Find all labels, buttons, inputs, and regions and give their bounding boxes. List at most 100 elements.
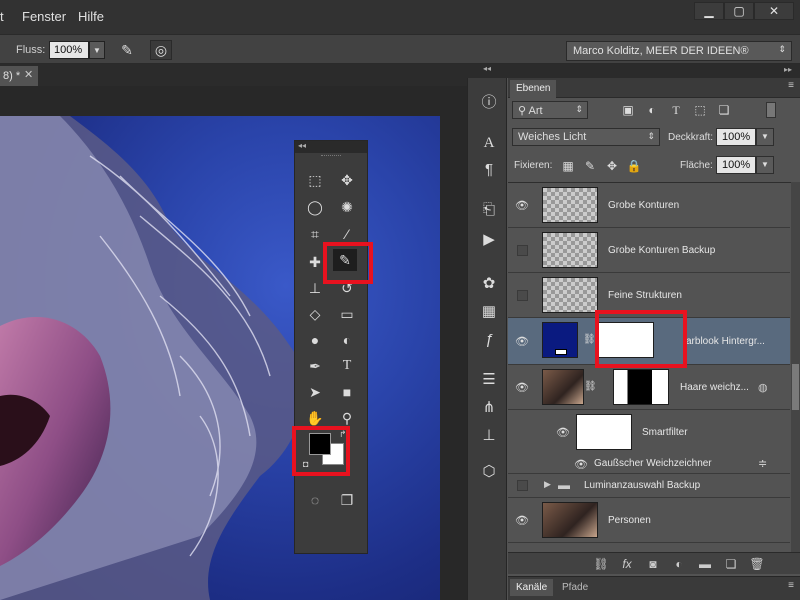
layers-panel-header[interactable]: ▸▸	[507, 64, 800, 78]
move-tool-icon[interactable]: ✥	[335, 169, 359, 191]
layers-scrollbar[interactable]	[791, 182, 800, 552]
link-layers-icon[interactable]: ⛓	[592, 556, 610, 572]
fill-label: Fläche:	[680, 160, 713, 171]
menu-item-partial[interactable]: t	[0, 9, 4, 24]
close-button[interactable]: ✕	[754, 2, 794, 20]
rectangle-tool-icon[interactable]: ■	[335, 381, 359, 403]
history-icon[interactable]: ⎗	[478, 198, 500, 220]
lasso-tool-icon[interactable]: ◯	[303, 196, 327, 218]
character-icon[interactable]: A	[478, 132, 500, 154]
lock-transparent-icon[interactable]: ▦	[560, 158, 576, 174]
eye-icon[interactable]: 👁	[515, 199, 529, 212]
tools-panel-header[interactable]: ◂◂	[295, 141, 367, 153]
lock-position-icon[interactable]: ✥	[604, 158, 620, 174]
scrollbar-thumb[interactable]	[792, 364, 799, 410]
filter-options-icon[interactable]: ≑	[758, 457, 767, 470]
styles-icon[interactable]: ƒ	[478, 328, 500, 350]
panel-menu-icon[interactable]: ≡	[788, 580, 794, 591]
type-filter-icon[interactable]: T	[668, 102, 684, 118]
document-canvas[interactable]	[0, 116, 440, 600]
lock-all-icon[interactable]: 🔒	[626, 158, 642, 174]
menu-item-hilfe[interactable]: Hilfe	[78, 9, 104, 24]
minimize-button[interactable]: ▁	[694, 2, 724, 20]
eye-icon[interactable]: 👁	[515, 381, 529, 394]
blend-mode-select[interactable]: Weiches Licht ⇕	[512, 128, 660, 146]
tools-grip[interactable]	[321, 155, 341, 158]
eraser-tool-icon[interactable]: ◇	[303, 303, 327, 325]
3d-icon[interactable]: ⬡	[478, 460, 500, 482]
eye-icon[interactable]: 👁	[515, 335, 529, 348]
type-tool-icon[interactable]: T	[335, 355, 359, 377]
document-close-icon[interactable]: ✕	[24, 68, 33, 81]
lock-image-icon[interactable]: ✎	[582, 158, 598, 174]
opacity-dropdown-button[interactable]: ▼	[756, 128, 774, 146]
panel-strip-header[interactable]: ◂◂	[467, 64, 507, 78]
new-group-icon[interactable]: ▬	[696, 556, 714, 572]
pressure-size-icon[interactable]: ◎	[150, 40, 172, 60]
visibility-toggle[interactable]	[517, 245, 528, 256]
group-row[interactable]: ▶ ▬ Luminanzauswahl Backup	[508, 474, 790, 498]
fill-input[interactable]: 100%	[716, 156, 756, 174]
magic-wand-tool-icon[interactable]: ✺	[335, 196, 359, 218]
gradient-tool-icon[interactable]: ▭	[335, 303, 359, 325]
new-layer-icon[interactable]: ❏	[722, 556, 740, 572]
adjustments-icon[interactable]: ☰	[478, 368, 500, 390]
smart-filter-mask-thumbnail[interactable]	[576, 414, 632, 450]
workspace-preset-select[interactable]: Marco Kolditz, MEER DER IDEEN® ⇕	[566, 41, 792, 61]
fill-dropdown-button[interactable]: ▼	[756, 156, 774, 174]
pen-tool-icon[interactable]: ✒	[303, 355, 327, 377]
layer-row[interactable]: 👁 Grobe Konturen	[508, 183, 790, 228]
eye-icon[interactable]: 👁	[574, 458, 588, 471]
pixel-filter-icon[interactable]: ▣	[620, 102, 636, 118]
delete-layer-icon[interactable]: 🗑	[748, 556, 766, 572]
shape-filter-icon[interactable]: ⬚	[692, 102, 708, 118]
options-bar: Fluss: 100% ▼ ✎ ◎ Marco Kolditz, MEER DE…	[0, 34, 800, 64]
link-icon[interactable]: ⛓	[584, 381, 597, 392]
actions-icon[interactable]: ▶	[478, 228, 500, 250]
marquee-tool-icon[interactable]: ⬚	[303, 169, 327, 191]
layer-row[interactable]: 👁 Smartfilter	[508, 410, 790, 454]
layer-row[interactable]: Grobe Konturen Backup	[508, 228, 790, 273]
dodge-tool-icon[interactable]: ◐	[335, 329, 359, 351]
screen-mode-icon[interactable]: ❐	[335, 489, 359, 511]
layer-row[interactable]: 👁 Personen	[508, 498, 790, 543]
adjustment-filter-icon[interactable]: ◐	[644, 102, 660, 118]
path-selection-tool-icon[interactable]: ➤	[303, 381, 327, 403]
maximize-button[interactable]: ▢	[724, 2, 754, 20]
fill-indicator-icon	[555, 349, 567, 355]
color-palette-icon[interactable]: ✿	[478, 272, 500, 294]
airbrush-icon[interactable]: ✎	[116, 40, 138, 60]
visibility-toggle[interactable]	[517, 480, 528, 491]
tab-kanaele[interactable]: Kanäle	[510, 579, 554, 596]
fluss-dropdown-button[interactable]: ▼	[89, 41, 105, 59]
info-icon[interactable]: ⓘ	[478, 90, 500, 112]
swatches-icon[interactable]: ▦	[478, 300, 500, 322]
add-mask-icon[interactable]: ◙	[644, 556, 662, 572]
eye-icon[interactable]: 👁	[515, 514, 529, 527]
quick-mask-icon[interactable]: ◌	[303, 489, 327, 511]
smart-object-filter-icon[interactable]: ❏	[716, 102, 732, 118]
panel-menu-icon[interactable]: ≡	[788, 80, 794, 91]
opacity-input[interactable]: 100%	[716, 128, 756, 146]
paragraph-icon[interactable]: ¶	[478, 158, 500, 180]
smart-filter-icon[interactable]: ◍	[758, 381, 768, 394]
fluss-input[interactable]: 100%	[49, 41, 89, 59]
layer-filter-select[interactable]: ⚲ Art ⇕	[512, 101, 588, 119]
visibility-toggle[interactable]	[517, 290, 528, 301]
filter-row[interactable]: 👁 Gaußscher Weichzeichner ≑	[508, 454, 790, 474]
expand-arrow-icon[interactable]: ▶	[544, 479, 551, 490]
link-icon[interactable]: ⛓	[583, 334, 596, 345]
tab-pfade[interactable]: Pfade	[556, 579, 594, 596]
blur-tool-icon[interactable]: ●	[303, 329, 327, 351]
clone-source-icon[interactable]: ⊥	[478, 424, 500, 446]
adjustment-layer-icon[interactable]: ◐	[670, 556, 688, 572]
brush-presets-icon[interactable]: ⋔	[478, 396, 500, 418]
eye-icon[interactable]: 👁	[556, 426, 570, 439]
menu-item-fenster[interactable]: Fenster	[22, 9, 66, 24]
layer-style-icon[interactable]: fx	[618, 556, 636, 572]
filter-toggle[interactable]	[766, 102, 776, 118]
layer-row[interactable]: 👁 ⛓ Haare weichz... ◍	[508, 365, 790, 410]
collapse-panel-icon[interactable]: ▸▸	[784, 65, 792, 74]
tab-ebenen[interactable]: Ebenen	[510, 80, 557, 98]
layer-mask-thumbnail[interactable]	[613, 369, 669, 405]
